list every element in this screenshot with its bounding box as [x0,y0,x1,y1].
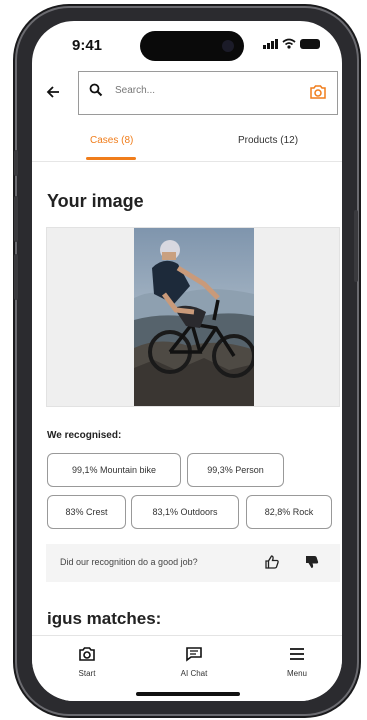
recognition-chip-outdoors[interactable]: 83,1% Outdoors [131,495,239,529]
nav-start-label: Start [78,669,96,678]
signal-icon [263,38,278,49]
active-tab-indicator [86,157,136,160]
recognition-chip-mountain-bike[interactable]: 99,1% Mountain bike [47,453,181,487]
image-panel [46,227,340,407]
back-arrow-icon[interactable] [46,83,60,104]
volume-down-button [14,254,18,300]
status-bar: 9:41 [32,21,342,69]
search-box[interactable] [78,71,338,115]
feedback-bar: Did our recognition do a good job? [46,544,340,582]
nav-menu[interactable]: Menu [257,646,337,678]
search-icon [89,83,103,97]
uploaded-photo [134,228,254,406]
feedback-question: Did our recognition do a good job? [60,557,198,567]
thumbs-down-icon[interactable] [304,554,320,570]
chat-icon [186,647,202,662]
nav-ai-chat-label: AI Chat [180,669,208,678]
nav-ai-chat[interactable]: AI Chat [154,646,234,678]
your-image-heading: Your image [47,191,144,211]
status-time: 9:41 [72,37,103,54]
app-screen: 9:41 Search... Cases (8) Products (12) Y… [32,21,342,701]
tab-bar: Cases (8) Products (12) [32,127,342,162]
battery-icon [300,38,320,49]
search-row [32,71,342,117]
wifi-icon [282,38,296,49]
volume-up-button [14,196,18,242]
nav-start[interactable]: Start [47,646,127,678]
silent-switch [14,150,18,176]
status-icons [263,38,320,49]
power-button [354,210,358,282]
menu-icon [290,648,304,660]
tab-products[interactable]: Products (12) [238,135,298,146]
recognition-chip-person[interactable]: 99,3% Person [187,453,284,487]
front-camera [222,40,234,52]
recognised-label: We recognised: [47,430,122,441]
nav-menu-label: Menu [286,669,307,678]
recognition-chip-rock[interactable]: 82,8% Rock [246,495,332,529]
camera-icon [79,647,95,661]
dynamic-island [140,31,244,61]
thumbs-up-icon[interactable] [264,554,280,570]
tab-cases[interactable]: Cases (8) [90,135,133,146]
search-input[interactable] [113,84,297,97]
camera-icon[interactable] [309,84,327,100]
igus-matches-heading: igus matches: [47,609,162,628]
home-indicator[interactable] [136,692,240,696]
recognition-chip-crest[interactable]: 83% Crest [47,495,126,529]
